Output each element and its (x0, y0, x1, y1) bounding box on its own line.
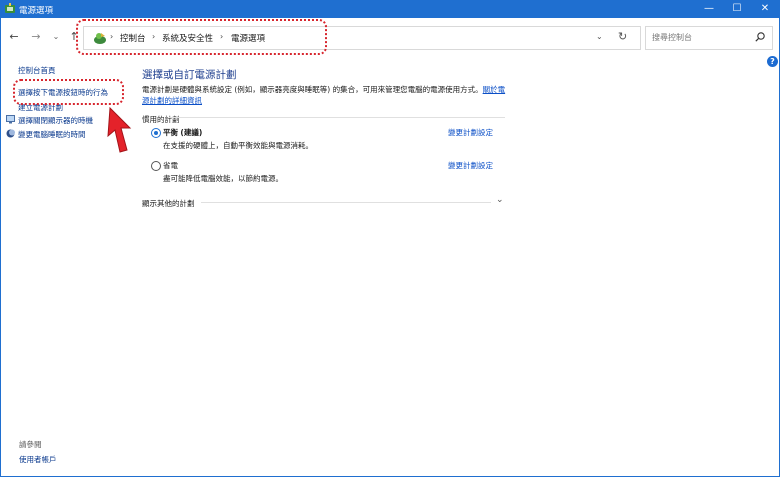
power-plans-info-link[interactable]: 關於電 (483, 85, 506, 94)
change-plan-settings-link-balanced[interactable]: 變更計劃設定 (448, 127, 493, 138)
plan-desc-power-saver: 盡可能降低電腦效能，以節約電源。 (163, 174, 283, 183)
address-highlight-annotation (76, 19, 327, 55)
plan-desc-balanced: 在支援的硬體上，自動平衡效能與電源消耗。 (163, 141, 313, 150)
description-text: 電源計劃是硬體與系統設定 (例如，顯示器亮度與睡眠等) 的集合，可用來管理您電腦… (142, 85, 483, 94)
address-bar-area: ← → ⌄ ↑ › 控制台 › 系統及安全性 › 電源選項 ⌄ ↻ (1, 18, 779, 56)
sidebar-highlight-annotation (13, 79, 124, 105)
plan-name-balanced[interactable]: 平衡 (建議) (163, 127, 202, 138)
red-pointer-arrow-icon (107, 106, 132, 153)
forward-button[interactable]: → (29, 30, 43, 44)
help-icon[interactable]: ? (767, 56, 778, 67)
see-also-label: 請參閱 (19, 440, 42, 449)
show-additional-plans[interactable]: 顯示其他的計劃 (142, 198, 195, 209)
monitor-icon (6, 115, 15, 124)
plan-radio-balanced[interactable] (151, 128, 161, 138)
search-icon[interactable] (754, 31, 766, 43)
page-description: 電源計劃是硬體與系統設定 (例如，顯示器亮度與睡眠等) 的集合，可用來管理您電腦… (142, 84, 505, 95)
power-options-icon (5, 3, 15, 13)
window-body: ← → ⌄ ↑ › 控制台 › 系統及安全性 › 電源選項 ⌄ ↻ 搜尋控制台 … (1, 18, 779, 476)
change-plan-settings-link-power-saver[interactable]: 變更計劃設定 (448, 160, 493, 171)
search-box[interactable] (645, 26, 773, 50)
address-dropdown-chevron-icon[interactable]: ⌄ (596, 32, 603, 41)
minimize-button[interactable]: — (695, 1, 723, 17)
expand-chevron-icon[interactable]: ⌄ (496, 195, 504, 205)
see-also-user-accounts-link[interactable]: 使用者帳戶 (19, 454, 57, 465)
recent-locations-chevron-icon[interactable]: ⌄ (49, 30, 63, 44)
maximize-button[interactable]: ☐ (723, 1, 751, 17)
sidebar-item-turn-off-display[interactable]: 選擇關閉顯示器的時機 (18, 115, 93, 126)
sidebar-item-control-panel-home[interactable]: 控制台首頁 (18, 65, 56, 76)
title-bar: 電源選項 — ☐ ✕ (0, 0, 780, 18)
plan-radio-power-saver[interactable] (151, 161, 161, 171)
sleep-moon-icon (6, 129, 15, 138)
window-title: 電源選項 (19, 6, 54, 16)
sidebar-item-change-sleep-time[interactable]: 變更電腦睡眠的時間 (18, 129, 86, 140)
plan-tag: (建議) (180, 128, 203, 137)
section-divider (201, 202, 491, 203)
search-input[interactable] (652, 30, 752, 44)
plan-name-power-saver[interactable]: 省電 (163, 160, 178, 171)
close-button[interactable]: ✕ (751, 1, 779, 17)
page-title: 選擇或自訂電源計劃 (142, 69, 237, 81)
refresh-icon[interactable]: ↻ (618, 30, 627, 43)
power-plans-info-link-continued[interactable]: 源計劃的詳細資訊 (142, 95, 202, 106)
section-label-preferred-plans: 慣用的計劃 (142, 115, 180, 124)
section-divider (169, 117, 505, 118)
back-button[interactable]: ← (7, 30, 21, 44)
